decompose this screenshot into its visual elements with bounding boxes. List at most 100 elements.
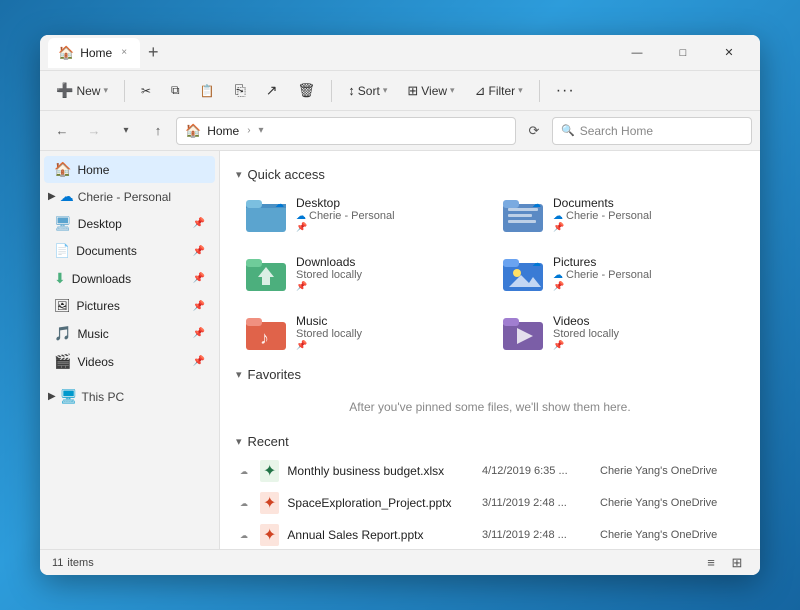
recent-item-0-onedrive-icon: ☁ [240, 467, 252, 476]
quick-item-music[interactable]: ♪ Music Stored locally 📌 [236, 306, 487, 359]
paste-button[interactable]: 📋 [192, 80, 223, 102]
recent-item-1-onedrive-icon: ☁ [240, 499, 252, 508]
documents-label: Documents [76, 244, 186, 258]
pictures-icon: 🖼 [54, 298, 71, 314]
recent-label: Recent [248, 434, 289, 449]
back-button[interactable]: ← [48, 117, 76, 145]
sidebar-item-downloads[interactable]: ⬇ Downloads 📌 [44, 265, 215, 292]
minimize-button[interactable]: — [614, 37, 660, 69]
new-icon: ➕ [56, 82, 73, 99]
favorites-placeholder-text: After you've pinned some files, we'll sh… [349, 400, 630, 414]
view-icon: ⊞ [407, 83, 418, 99]
recent-header[interactable]: ▾ Recent [236, 434, 744, 449]
maximize-button[interactable]: □ [660, 37, 706, 69]
view-button[interactable]: ⊞ View ▾ [399, 79, 462, 103]
downloads-pin-icon: 📌 [193, 273, 205, 284]
recent-item-1[interactable]: ☁ ✦ SpaceExploration_Project.pptx 3/11/2… [236, 487, 744, 519]
filter-button[interactable]: ⊿ Filter ▾ [467, 79, 531, 103]
music-label: Music [77, 327, 186, 341]
content-area: ▾ Quick access ☁ Desktop [220, 151, 760, 549]
cherie-cloud-icon: ☁ [60, 188, 74, 205]
quick-item-pictures[interactable]: ☁ Pictures ☁ Cherie - Personal 📌 [493, 247, 744, 300]
search-box[interactable]: 🔍 Search Home [552, 117, 752, 145]
sidebar-item-pictures[interactable]: 🖼 Pictures 📌 [44, 293, 215, 319]
downloads-item-info: Downloads Stored locally 📌 [296, 255, 362, 292]
documents-item-info: Documents ☁ Cherie - Personal 📌 [553, 196, 652, 233]
address-dropdown-icon: ▾ [259, 125, 264, 136]
quick-item-videos[interactable]: Videos Stored locally 📌 [493, 306, 744, 359]
quick-item-documents[interactable]: ☁ Documents ☁ Cherie - Personal 📌 [493, 188, 744, 241]
cherie-expand-icon: ▶ [48, 191, 56, 202]
address-input[interactable]: 🏠 Home › ▾ [176, 117, 516, 145]
videos-label: Videos [77, 355, 186, 369]
share-button[interactable]: ↗ [258, 78, 286, 103]
up-button[interactable]: ↑ [144, 117, 172, 145]
close-button[interactable]: ✕ [706, 37, 752, 69]
new-tab-button[interactable]: + [140, 42, 167, 63]
address-home-icon: 🏠 [185, 123, 201, 139]
quick-access-chevron: ▾ [236, 168, 242, 181]
tab-area: 🏠 Home × + [48, 38, 614, 68]
paste-icon: 📋 [200, 84, 215, 98]
sidebar-item-documents[interactable]: 📄 Documents 📌 [44, 238, 215, 264]
forward-icon: → [88, 123, 101, 138]
more-button[interactable]: ··· [548, 78, 583, 104]
music-item-info: Music Stored locally 📌 [296, 314, 362, 351]
videos-icon: 🎬 [54, 353, 71, 370]
recent-item-0-file-icon: ✦ [260, 460, 279, 482]
recent-locations-button[interactable]: ▾ [112, 117, 140, 145]
new-label: New [76, 84, 100, 98]
sidebar-thispc-group[interactable]: ▶ 🖥 This PC [40, 384, 219, 409]
desktop-pin-icon: 📌 [193, 218, 205, 229]
view-label: View [421, 84, 447, 98]
favorites-label: Favorites [248, 367, 301, 382]
sidebar-cherie-group[interactable]: ▶ ☁ Cherie - Personal [40, 184, 219, 209]
recent-icon: ▾ [123, 125, 128, 136]
home-tab-label: Home [80, 46, 112, 60]
recent-item-0[interactable]: ☁ ✦ Monthly business budget.xlsx 4/12/20… [236, 455, 744, 487]
music-icon: 🎵 [54, 325, 71, 342]
grid-view-button[interactable]: ⊞ [726, 553, 748, 573]
back-icon: ← [56, 123, 69, 138]
copy-button[interactable]: ⧉ [163, 79, 188, 102]
sidebar-item-music[interactable]: 🎵 Music 📌 [44, 320, 215, 347]
list-view-button[interactable]: ≡ [700, 553, 722, 573]
forward-button[interactable]: → [80, 117, 108, 145]
sidebar-item-videos[interactable]: 🎬 Videos 📌 [44, 348, 215, 375]
documents-folder-icon: ☁ [503, 197, 543, 233]
recent-item-2-file-icon: ✦ [260, 524, 279, 546]
home-tab[interactable]: 🏠 Home × [48, 38, 140, 68]
sidebar-item-home[interactable]: 🏠 Home [44, 156, 215, 183]
copy-icon: ⧉ [171, 83, 180, 98]
quick-item-downloads[interactable]: Downloads Stored locally 📌 [236, 247, 487, 300]
pictures-pin: 📌 [553, 281, 652, 292]
home-tab-close[interactable]: × [118, 45, 130, 60]
svg-text:♪: ♪ [260, 328, 269, 348]
refresh-button[interactable]: ⟳ [520, 117, 548, 145]
cut-icon: ✂ [141, 84, 151, 98]
downloads-item-sub: Stored locally [296, 269, 362, 281]
desktop-item-sub: ☁ Cherie - Personal [296, 210, 395, 222]
downloads-label: Downloads [72, 272, 187, 286]
desktop-label: Desktop [78, 217, 187, 231]
recent-item-2[interactable]: ☁ ✦ Annual Sales Report.pptx 3/11/2019 2… [236, 519, 744, 549]
desktop-icon: 🖥 [54, 215, 72, 232]
recent-item-0-location: Cherie Yang's OneDrive [600, 465, 740, 477]
videos-item-sub: Stored locally [553, 328, 619, 340]
sort-icon: ↕ [348, 83, 355, 98]
recent-item-1-location: Cherie Yang's OneDrive [600, 497, 740, 509]
recent-item-1-date: 3/11/2019 2:48 ... [482, 497, 592, 509]
sidebar-thispc-label: This PC [81, 390, 124, 404]
more-icon: ··· [556, 82, 575, 100]
new-button[interactable]: ➕ New ▾ [48, 78, 116, 103]
favorites-header[interactable]: ▾ Favorites [236, 367, 744, 382]
quick-item-desktop[interactable]: ☁ Desktop ☁ Cherie - Personal 📌 [236, 188, 487, 241]
quick-access-header[interactable]: ▾ Quick access [236, 167, 744, 182]
sidebar-item-desktop[interactable]: 🖥 Desktop 📌 [44, 210, 215, 237]
copy-path-button[interactable]: ⎘ [227, 78, 254, 103]
sort-button[interactable]: ↕ Sort ▾ [340, 79, 395, 102]
desktop-pin: 📌 [296, 222, 395, 233]
delete-button[interactable]: 🗑 [290, 78, 324, 103]
grid-view-icon: ⊞ [732, 555, 743, 571]
cut-button[interactable]: ✂ [133, 80, 159, 102]
